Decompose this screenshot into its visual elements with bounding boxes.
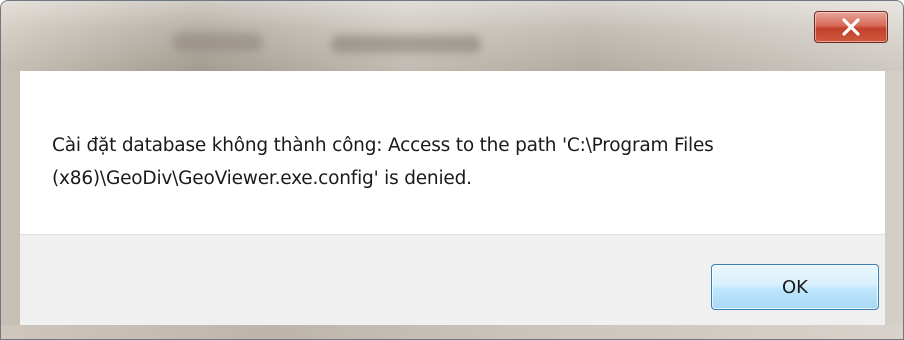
window-bottom-frame <box>1 325 903 339</box>
blurred-background-text <box>331 35 481 53</box>
message-dialog: Cài đặt database không thành công: Acces… <box>0 0 904 340</box>
close-icon <box>842 18 860 36</box>
close-button[interactable] <box>814 11 888 43</box>
blurred-background-text <box>173 33 263 51</box>
title-bar[interactable] <box>1 1 903 71</box>
error-message: Cài đặt database không thành công: Acces… <box>52 135 714 189</box>
ok-button[interactable]: OK <box>711 264 879 310</box>
dialog-footer: OK <box>20 234 885 326</box>
dialog-content: Cài đặt database không thành công: Acces… <box>20 71 885 234</box>
